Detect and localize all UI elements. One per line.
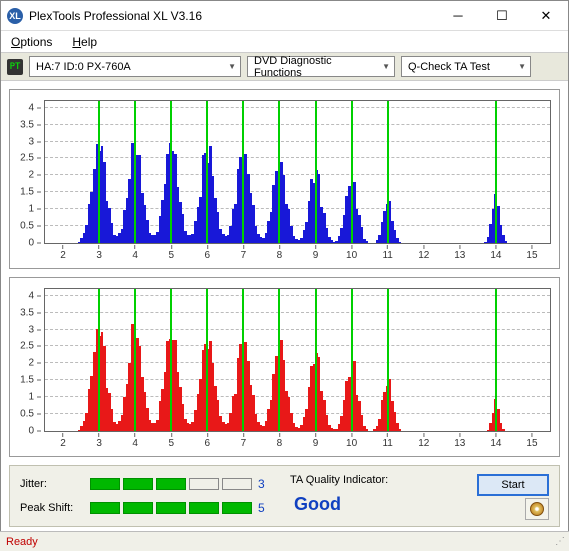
ta-quality-value: Good — [294, 494, 341, 515]
peak-shift-value: 5 — [258, 501, 272, 515]
y-tick: 1 — [28, 392, 45, 403]
segment — [90, 502, 120, 514]
x-tick: 9 — [313, 243, 319, 261]
peak-shift-label: Peak Shift: — [20, 502, 90, 514]
y-tick: 3 — [28, 324, 45, 335]
disc-icon — [530, 502, 544, 516]
segment — [222, 478, 252, 490]
y-tick: 4 — [28, 290, 45, 301]
jitter-label: Jitter: — [20, 478, 90, 490]
x-tick: 3 — [96, 243, 102, 261]
segment — [189, 478, 219, 490]
x-tick: 13 — [454, 431, 465, 449]
drive-select[interactable]: HA:7 ID:0 PX-760A ▼ — [29, 56, 241, 77]
chart-bottom-plot: 00.511.522.533.5423456789101112131415 — [44, 288, 551, 432]
peak-segments — [90, 502, 252, 514]
x-tick: 12 — [418, 243, 429, 261]
x-tick: 13 — [454, 243, 465, 261]
y-tick: 0 — [28, 238, 45, 249]
status-text: Ready — [6, 536, 38, 548]
x-tick: 7 — [241, 243, 247, 261]
x-tick: 8 — [277, 243, 283, 261]
app-logo-icon: XL — [7, 8, 23, 24]
close-button[interactable]: ✕ — [524, 1, 568, 31]
resize-grip-icon[interactable]: ⋰ — [555, 536, 563, 547]
x-tick: 2 — [60, 243, 66, 261]
segment — [123, 502, 153, 514]
drive-select-value: HA:7 ID:0 PX-760A — [36, 61, 131, 73]
y-tick: 4 — [28, 102, 45, 113]
x-tick: 12 — [418, 431, 429, 449]
x-tick: 7 — [241, 431, 247, 449]
segment — [189, 502, 219, 514]
ta-quality-label: TA Quality Indicator: — [290, 474, 388, 486]
y-tick: 1.5 — [20, 187, 45, 198]
y-tick: 2 — [28, 358, 45, 369]
jitter-segments — [90, 478, 252, 490]
y-tick: 2 — [28, 170, 45, 181]
chevron-down-icon: ▼ — [220, 62, 236, 71]
toolbar: PT HA:7 ID:0 PX-760A ▼ DVD Diagnostic Fu… — [1, 53, 568, 81]
segment — [90, 478, 120, 490]
x-tick: 11 — [382, 431, 392, 449]
test-select[interactable]: Q-Check TA Test ▼ — [401, 56, 531, 77]
x-tick: 15 — [526, 243, 537, 261]
x-tick: 8 — [277, 431, 283, 449]
test-select-value: Q-Check TA Test — [408, 61, 490, 73]
x-tick: 6 — [205, 243, 211, 261]
y-tick: 1 — [28, 204, 45, 215]
peak-shift-row: 5 — [90, 501, 272, 515]
x-tick: 10 — [346, 243, 357, 261]
segment — [156, 478, 186, 490]
chart-top: 0 0.5 1 1.5 2 2.5 3 3.5 4 2 3 4 5 6 7 8 9 10 11 12 13 14 15 — [9, 89, 560, 269]
chevron-down-icon: ▼ — [510, 62, 526, 71]
x-tick: 2 — [60, 431, 66, 449]
x-tick: 3 — [96, 431, 102, 449]
plextools-icon: PT — [7, 59, 23, 75]
y-tick: 0.5 — [20, 409, 45, 420]
jitter-value: 3 — [258, 477, 272, 491]
stats-panel: Jitter: Peak Shift: 3 5 TA Quality Indic… — [9, 465, 560, 527]
menubar: Options Help — [1, 31, 568, 53]
chevron-down-icon: ▼ — [374, 62, 390, 71]
window-title: PlexTools Professional XL V3.16 — [29, 9, 436, 23]
x-tick: 10 — [346, 431, 357, 449]
x-tick: 15 — [526, 431, 537, 449]
maximize-button[interactable]: ☐ — [480, 1, 524, 31]
y-tick: 3 — [28, 136, 45, 147]
x-tick: 5 — [168, 431, 174, 449]
chart-top-plot: 00.511.522.533.5423456789101112131415 — [44, 100, 551, 244]
x-tick: 14 — [490, 431, 501, 449]
x-tick: 4 — [132, 431, 138, 449]
category-select-value: DVD Diagnostic Functions — [254, 55, 374, 79]
minimize-button[interactable]: ─ — [436, 1, 480, 31]
segment — [222, 502, 252, 514]
y-tick: 3.5 — [20, 119, 45, 130]
content-area: 00.511.522.533.5423456789101112131415 00… — [1, 81, 568, 535]
menu-help[interactable]: Help — [66, 33, 103, 51]
x-tick: 5 — [168, 243, 174, 261]
y-tick: 0.5 — [20, 221, 45, 232]
jitter-row: 3 — [90, 477, 272, 491]
titlebar: XL PlexTools Professional XL V3.16 ─ ☐ ✕ — [1, 1, 568, 31]
y-tick: 2.5 — [20, 153, 45, 164]
category-select[interactable]: DVD Diagnostic Functions ▼ — [247, 56, 395, 77]
x-tick: 4 — [132, 243, 138, 261]
x-tick: 14 — [490, 243, 501, 261]
statusbar: Ready ⋰ — [0, 531, 569, 551]
y-tick: 3.5 — [20, 307, 45, 318]
x-tick: 6 — [205, 431, 211, 449]
x-tick: 11 — [382, 243, 392, 261]
y-tick: 0 — [28, 426, 45, 437]
x-tick: 9 — [313, 431, 319, 449]
start-button[interactable]: Start — [477, 474, 549, 496]
y-tick: 2.5 — [20, 341, 45, 352]
segment — [123, 478, 153, 490]
disc-button[interactable] — [525, 498, 549, 520]
menu-options[interactable]: Options — [5, 33, 58, 51]
chart-bottom: 0 0.5 1 1.5 2 2.5 3 3.5 4 2 3 4 5 6 7 8 9 10 11 12 13 14 15 — [9, 277, 560, 457]
segment — [156, 502, 186, 514]
y-tick: 1.5 — [20, 375, 45, 386]
